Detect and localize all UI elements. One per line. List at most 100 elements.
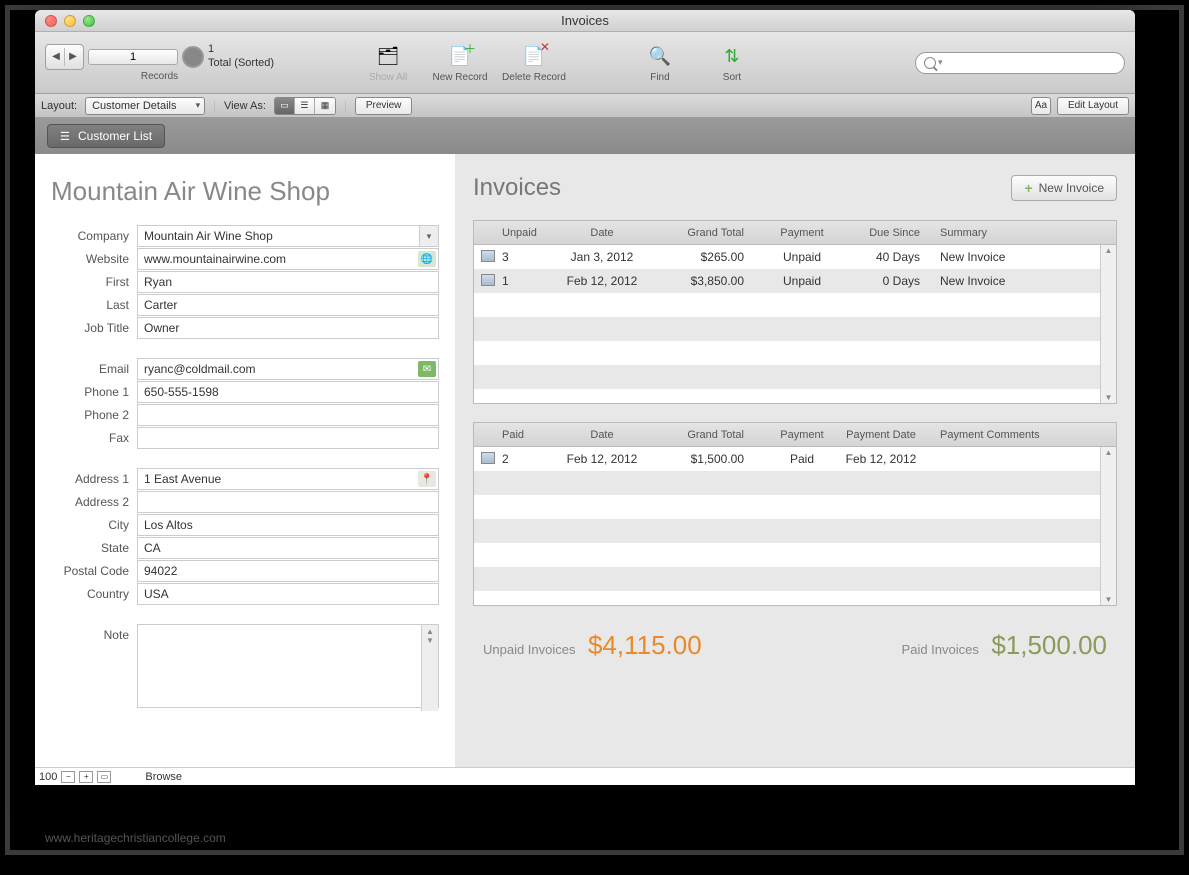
table-row bbox=[474, 519, 1116, 543]
label-jobtitle: Job Title bbox=[51, 321, 137, 335]
label-state: State bbox=[51, 541, 137, 555]
view-list-icon[interactable]: ☰ bbox=[295, 98, 315, 114]
label-address2: Address 2 bbox=[51, 495, 137, 509]
record-slider[interactable]: 1 bbox=[88, 49, 178, 65]
record-nav[interactable]: ◀ ▶ bbox=[45, 44, 84, 70]
layout-select[interactable]: Customer Details bbox=[85, 97, 205, 115]
layout-label: Layout: bbox=[41, 100, 77, 112]
last-field[interactable]: Carter bbox=[137, 294, 439, 316]
table-row bbox=[474, 591, 1116, 605]
email-field[interactable]: ryanc@coldmail.com✉ bbox=[137, 358, 439, 380]
paid-total-value: $1,500.00 bbox=[991, 630, 1107, 660]
fax-field[interactable] bbox=[137, 427, 439, 449]
table-row bbox=[474, 365, 1116, 389]
label-last: Last bbox=[51, 298, 137, 312]
globe-icon[interactable]: 🌐 bbox=[418, 251, 436, 267]
app-window: Invoices ◀ ▶ 1 1 Total (Sorted) Records … bbox=[35, 10, 1135, 785]
address1-field[interactable]: 1 East Avenue📍 bbox=[137, 468, 439, 490]
label-fax: Fax bbox=[51, 431, 137, 445]
first-field[interactable]: Ryan bbox=[137, 271, 439, 293]
doc-icon bbox=[481, 250, 495, 262]
new-invoice-button[interactable]: + New Invoice bbox=[1011, 175, 1117, 201]
zoom-out-icon[interactable]: − bbox=[61, 771, 75, 783]
table-row[interactable]: 1 Feb 12, 2012 $3,850.00 Unpaid 0 Days N… bbox=[474, 269, 1116, 293]
content-area: Mountain Air Wine Shop CompanyMountain A… bbox=[35, 154, 1135, 767]
state-field[interactable]: CA bbox=[137, 537, 439, 559]
label-first: First bbox=[51, 275, 137, 289]
label-company: Company bbox=[51, 229, 137, 243]
table-row bbox=[474, 543, 1116, 567]
website-field[interactable]: www.mountainairwine.com🌐 bbox=[137, 248, 439, 270]
unpaid-total-value: $4,115.00 bbox=[588, 630, 702, 660]
mail-icon[interactable]: ✉ bbox=[418, 361, 436, 377]
company-field[interactable]: Mountain Air Wine Shop bbox=[137, 225, 439, 247]
customer-list-button[interactable]: Customer List bbox=[47, 124, 165, 148]
postal-field[interactable]: 94022 bbox=[137, 560, 439, 582]
delete-record-button[interactable]: 📄✕ Delete Record bbox=[502, 42, 566, 83]
paid-header: Paid Date Grand Total Payment Payment Da… bbox=[474, 423, 1116, 447]
table-row bbox=[474, 293, 1116, 317]
label-phone2: Phone 2 bbox=[51, 408, 137, 422]
phone2-field[interactable] bbox=[137, 404, 439, 426]
preview-button[interactable]: Preview bbox=[355, 97, 413, 115]
country-field[interactable]: USA bbox=[137, 583, 439, 605]
table-row bbox=[474, 567, 1116, 591]
label-address1: Address 1 bbox=[51, 472, 137, 486]
zoom-value[interactable]: 100 bbox=[39, 771, 57, 783]
search-input[interactable]: ▾ bbox=[915, 52, 1125, 74]
table-row[interactable]: 2 Feb 12, 2012 $1,500.00 Paid Feb 12, 20… bbox=[474, 447, 1116, 471]
mode-label: Browse bbox=[145, 771, 182, 783]
customer-panel: Mountain Air Wine Shop CompanyMountain A… bbox=[35, 154, 455, 767]
sort-button[interactable]: ⇅ Sort bbox=[702, 42, 762, 83]
table-row[interactable]: 3 Jan 3, 2012 $265.00 Unpaid 40 Days New… bbox=[474, 245, 1116, 269]
label-email: Email bbox=[51, 362, 137, 376]
show-all-icon: 🗂 bbox=[374, 42, 402, 70]
new-record-icon: 📄＋ bbox=[446, 42, 474, 70]
sort-icon: ⇅ bbox=[718, 42, 746, 70]
delete-record-icon: 📄✕ bbox=[520, 42, 548, 70]
view-form-icon[interactable]: ▭ bbox=[275, 98, 295, 114]
label-note: Note bbox=[51, 624, 137, 642]
plus-icon: + bbox=[1024, 180, 1032, 196]
jobtitle-field[interactable]: Owner bbox=[137, 317, 439, 339]
status-toggle-icon[interactable]: ▭ bbox=[97, 771, 111, 783]
label-country: Country bbox=[51, 587, 137, 601]
next-record-icon[interactable]: ▶ bbox=[67, 51, 79, 62]
label-city: City bbox=[51, 518, 137, 532]
doc-icon bbox=[481, 274, 495, 286]
city-field[interactable]: Los Altos bbox=[137, 514, 439, 536]
records-label: Records bbox=[141, 71, 178, 82]
watermark: www.heritagechristiancollege.com bbox=[45, 831, 226, 845]
record-total: 1 Total (Sorted) bbox=[208, 43, 274, 69]
address2-field[interactable] bbox=[137, 491, 439, 513]
unpaid-header: Unpaid Date Grand Total Payment Due Sinc… bbox=[474, 221, 1116, 245]
edit-layout-button[interactable]: Edit Layout bbox=[1057, 97, 1129, 115]
table-row bbox=[474, 471, 1116, 495]
phone1-field[interactable]: 650-555-1598 bbox=[137, 381, 439, 403]
view-table-icon[interactable]: ▦ bbox=[315, 98, 335, 114]
scrollbar[interactable]: ▲▼ bbox=[1100, 447, 1116, 605]
customer-name-heading: Mountain Air Wine Shop bbox=[51, 176, 439, 207]
find-button[interactable]: 🔍 Find bbox=[630, 42, 690, 83]
label-postal: Postal Code bbox=[51, 564, 137, 578]
zoom-in-icon[interactable]: + bbox=[79, 771, 93, 783]
table-row bbox=[474, 317, 1116, 341]
view-mode-segment[interactable]: ▭ ☰ ▦ bbox=[274, 97, 336, 115]
scrollbar[interactable]: ▲▼ bbox=[1100, 245, 1116, 403]
pin-icon[interactable]: 📍 bbox=[418, 471, 436, 487]
table-row bbox=[474, 495, 1116, 519]
show-all-button[interactable]: 🗂 Show All bbox=[358, 42, 418, 83]
layout-bar: Layout: Customer Details | View As: ▭ ☰ … bbox=[35, 94, 1135, 118]
new-record-button[interactable]: 📄＋ New Record bbox=[430, 42, 490, 83]
list-icon bbox=[60, 129, 72, 143]
sub-header: Customer List bbox=[35, 118, 1135, 154]
note-field[interactable] bbox=[137, 624, 439, 708]
prev-record-icon[interactable]: ◀ bbox=[50, 51, 62, 62]
unpaid-total-label: Unpaid Invoices bbox=[483, 642, 576, 657]
status-bar: 100 − + ▭ Browse bbox=[35, 767, 1135, 785]
window-title: Invoices bbox=[35, 13, 1135, 28]
formatting-button[interactable]: Aa bbox=[1031, 97, 1051, 115]
pie-icon bbox=[182, 46, 204, 68]
label-website: Website bbox=[51, 252, 137, 266]
unpaid-table: Unpaid Date Grand Total Payment Due Sinc… bbox=[473, 220, 1117, 404]
